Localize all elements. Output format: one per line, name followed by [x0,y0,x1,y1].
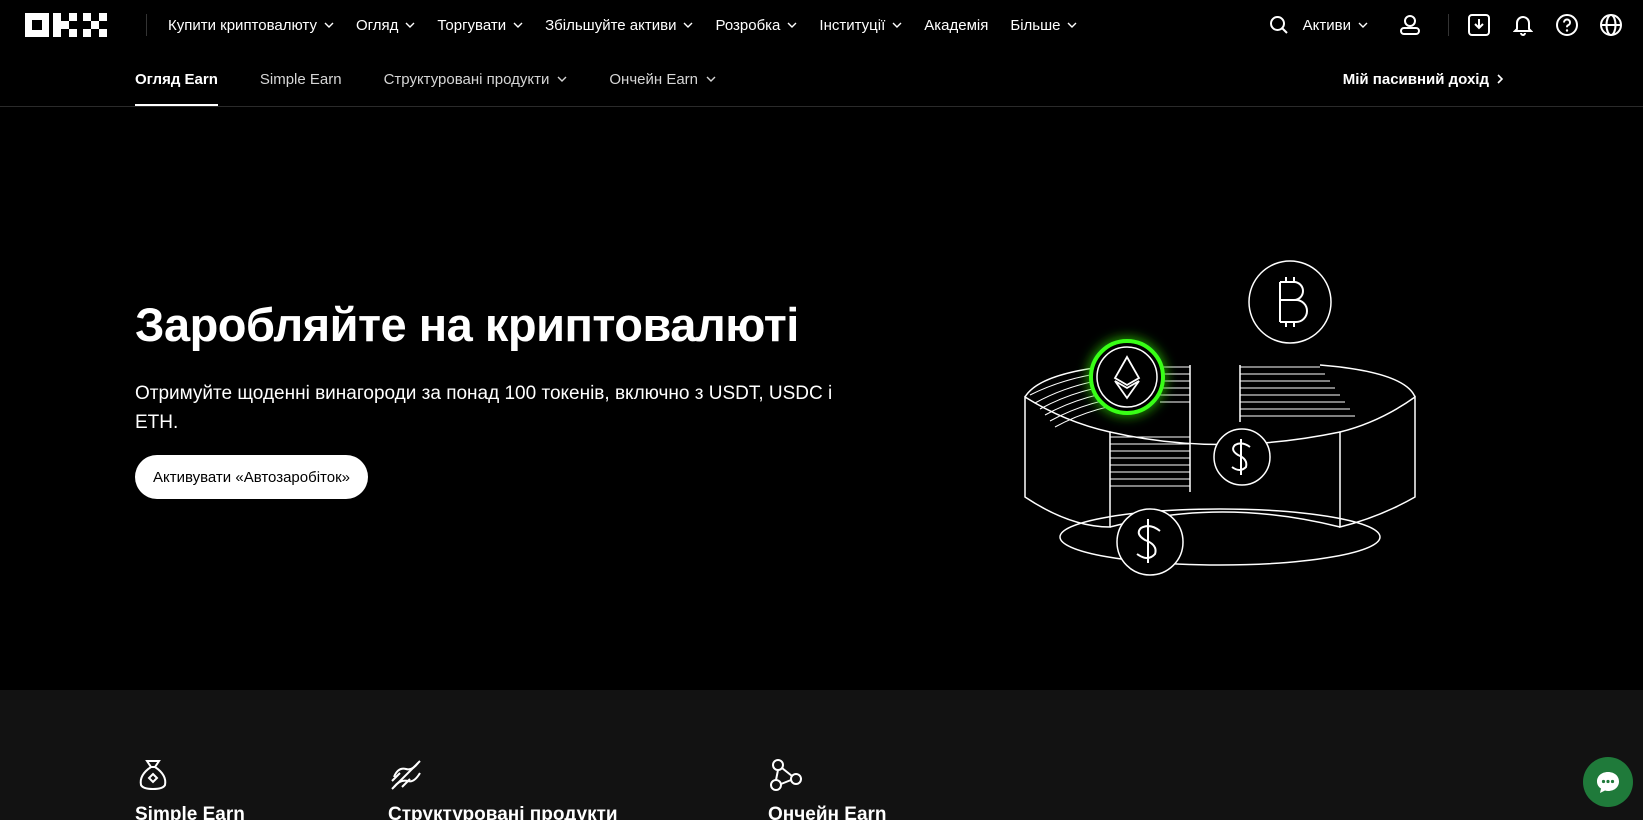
user-icon[interactable] [1398,13,1422,37]
nav-item-grow[interactable]: Збільшуйте активи [545,17,693,34]
nav-item-label: Купити криптовалюту [168,16,317,34]
earn-illustration [1024,260,1416,576]
nav-right-actions: Активи [1267,0,1643,50]
nav-divider [146,14,147,36]
nav-item-label: Збільшуйте активи [545,16,677,34]
nav-item-label: Огляд [355,16,399,34]
money-bag-icon [139,760,167,791]
feature-label: Simple Earn [135,804,245,820]
hero-subtitle: Отримуйте щоденні винагороди за понад 10… [135,383,833,433]
chevron-right-icon [1497,74,1504,84]
earn-products-section: Simple Earn Структуровані продукти Ончей… [0,690,1643,820]
chevron-down-icon [324,22,334,28]
onchain-network-icon [770,759,802,791]
nav-item-label: Інституції [819,16,886,34]
hero-section: Заробляйте на криптовалюті Отримуйте щод… [0,107,1643,690]
my-passive-income-link[interactable]: Мій пасивний дохід [1343,52,1505,106]
chevron-down-icon [1067,22,1077,28]
search-icon[interactable] [1267,13,1291,37]
nav-item-label: Розробка [715,16,781,34]
tab-onchain-earn[interactable]: Ончейн Earn [609,52,716,106]
main-menu: Купити криптовалюту Огляд Торгувати Збіл… [168,0,1099,50]
nav-item-label: Академія [924,16,989,34]
tab-simple-earn[interactable]: Simple Earn [260,52,342,106]
passive-income-label: Мій пасивний дохід [1342,70,1489,88]
globe-icon[interactable] [1599,13,1623,37]
support-chat-button[interactable] [1583,757,1633,807]
tab-structured-products[interactable]: Структуровані продукти [384,52,568,106]
nav-item-academy[interactable]: Академія [924,17,988,34]
nav-item-trade[interactable]: Торгувати [437,17,523,34]
nav-item-build[interactable]: Розробка [715,17,797,34]
nav-item-buy-crypto[interactable]: Купити криптовалюту [168,17,334,34]
structured-products-icon [391,760,421,790]
nav-item-more[interactable]: Більше [1010,17,1077,34]
chevron-down-icon [405,22,415,28]
chevron-down-icon [557,76,567,82]
chevron-down-icon [1358,22,1368,28]
download-icon[interactable] [1467,13,1491,37]
activate-auto-earn-button[interactable]: Активувати «Автозаробіток» [135,455,368,499]
assets-menu[interactable]: Активи [1303,17,1368,34]
help-icon[interactable] [1555,13,1579,37]
nav-item-label: Торгувати [437,16,507,34]
chevron-down-icon [513,22,523,28]
tab-label: Структуровані продукти [383,70,550,88]
chevron-down-icon [892,22,902,28]
earn-subnav: Огляд Earn Simple Earn Структуровані про… [0,52,1643,107]
nav-item-overview[interactable]: Огляд [356,17,415,34]
top-navigation: Купити криптовалюту Огляд Торгувати Збіл… [0,0,1643,52]
chevron-down-icon [683,22,693,28]
nav-divider [1448,14,1449,36]
nav-item-institutions[interactable]: Інституції [819,17,902,34]
chat-bubble-icon [1597,772,1619,793]
hero-title: Заробляйте на криптовалюті [135,298,799,351]
chevron-down-icon [787,22,797,28]
chevron-down-icon [706,76,716,82]
feature-label: Ончейн Earn [768,804,887,820]
okx-logo[interactable] [25,13,115,37]
nav-item-label: Більше [1010,16,1061,34]
bell-icon[interactable] [1511,13,1535,37]
assets-label: Активи [1302,16,1351,34]
feature-label: Структуровані продукти [388,804,618,820]
tab-label: Simple Earn [259,70,342,88]
tab-earn-overview[interactable]: Огляд Earn [135,52,218,106]
tab-label: Огляд Earn [135,70,218,88]
tab-label: Ончейн Earn [609,70,698,88]
earn-tabs: Огляд Earn Simple Earn Структуровані про… [135,52,758,106]
